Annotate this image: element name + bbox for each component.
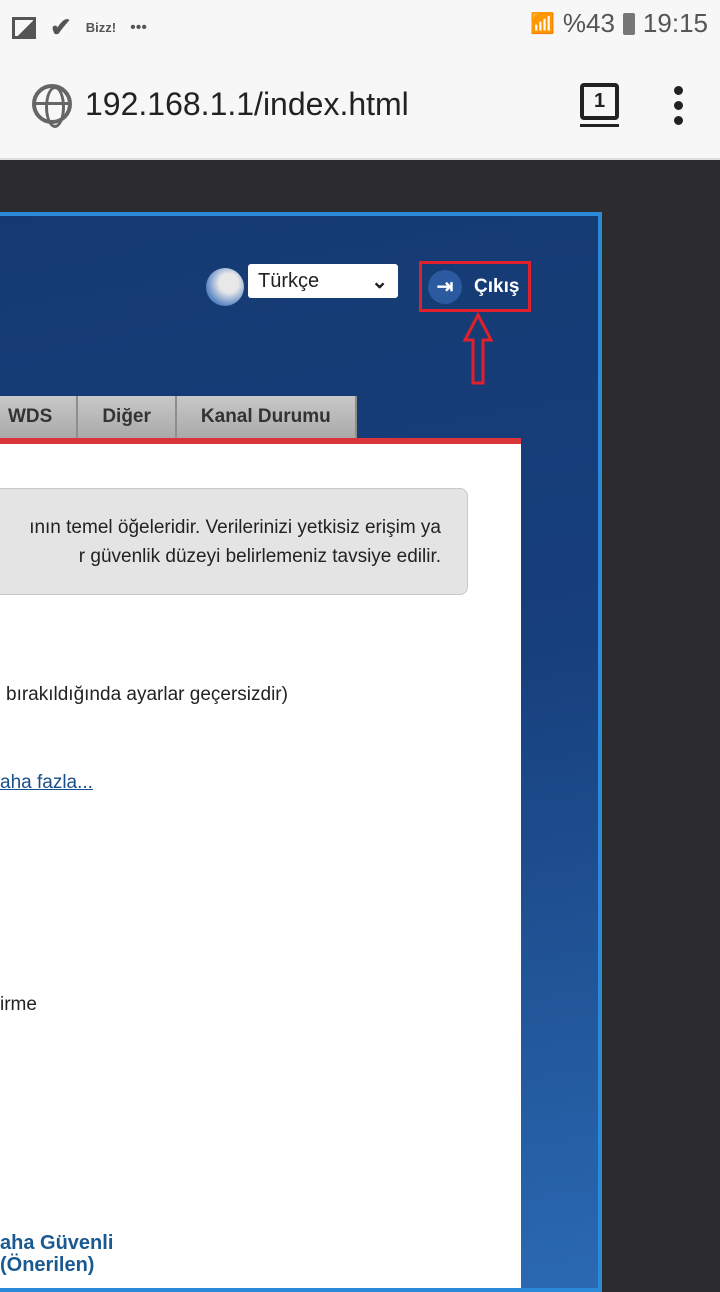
logout-button[interactable]: ⇥ Çıkış xyxy=(419,261,531,312)
browser-menu-button[interactable] xyxy=(672,86,684,125)
wifi-icon: 📶 xyxy=(529,13,555,35)
exit-icon: ⇥ xyxy=(428,269,462,304)
battery-icon xyxy=(622,12,635,35)
tab-diger[interactable]: Diğer xyxy=(78,396,177,438)
chevron-down-icon: ⌄ xyxy=(371,270,388,293)
option-label[interactable]: irme xyxy=(0,994,37,1016)
more-notifications-icon: ••• xyxy=(130,18,147,36)
battery-percent: %43 xyxy=(562,8,615,38)
more-link[interactable]: aha fazla... xyxy=(0,772,93,794)
tab-kanal-durumu[interactable]: Kanal Durumu xyxy=(176,396,357,438)
clock: 19:15 xyxy=(642,8,708,38)
language-globe-icon xyxy=(206,268,244,306)
globe-icon xyxy=(32,84,72,128)
gallery-icon xyxy=(12,16,36,39)
settings-note: bırakıldığında ayarlar geçersizdir) xyxy=(6,684,288,705)
info-text-line2: r güvenlik düzeyi belirlemeniz tavsiye e… xyxy=(78,546,441,567)
recommended-line2: (Önerilen) xyxy=(0,1254,95,1276)
tab-switcher-button[interactable]: 1 xyxy=(580,83,619,127)
language-value: Türkçe xyxy=(258,269,320,292)
annotation-arrow-icon xyxy=(462,312,494,385)
language-select[interactable]: Türkçe ⌄ xyxy=(248,264,398,298)
recommended-option-label[interactable]: aha Güvenli (Önerilen) xyxy=(0,1232,113,1276)
logout-label: Çıkış xyxy=(474,275,520,297)
status-bar: ✔ Bizz! ••• 📶 %43 19:15 xyxy=(0,0,720,50)
tab-wds[interactable]: WDS xyxy=(0,396,79,438)
address-bar[interactable]: 192.168.1.1/index.html xyxy=(85,86,409,123)
recommended-line1: aha Güvenli xyxy=(0,1232,114,1254)
info-text-line1: ının temel öğeleridir. Verilerinizi yetk… xyxy=(29,517,441,538)
info-box: ının temel öğeleridir. Verilerinizi yetk… xyxy=(0,488,468,595)
browser-toolbar: 192.168.1.1/index.html 1 xyxy=(0,50,720,160)
nav-tabs: WDS Diğer Kanal Durumu xyxy=(0,396,357,438)
check-icon: ✔ xyxy=(50,12,72,42)
app-notification-label: Bizz! xyxy=(85,20,117,35)
